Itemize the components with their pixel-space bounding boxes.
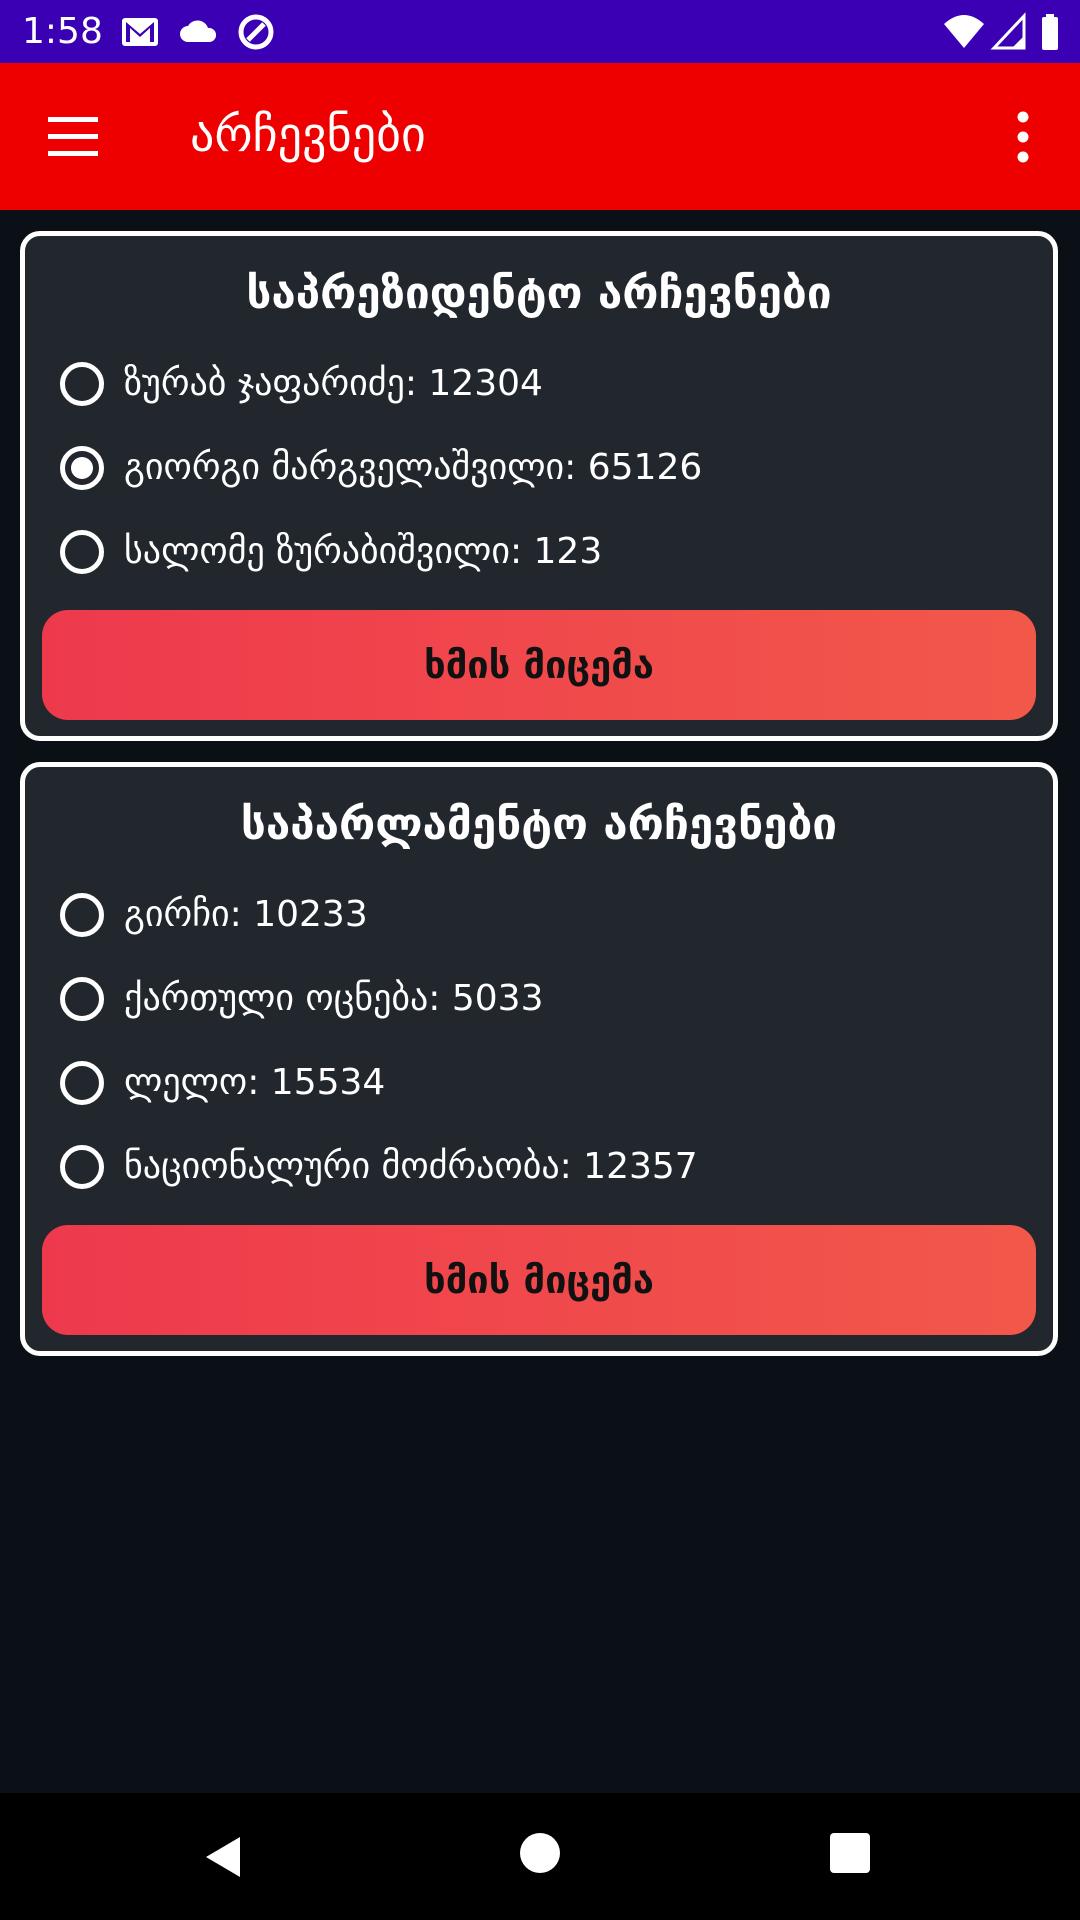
sync-icon bbox=[238, 14, 274, 50]
vote-button[interactable]: ხმის მიცემა bbox=[42, 1225, 1036, 1335]
option-label: ქართული ოცნება: 5033 bbox=[124, 978, 544, 1019]
option-label: გიორგი მარგველაშვილი: 65126 bbox=[124, 447, 703, 488]
option-item[interactable]: გირჩი: 10233 bbox=[60, 883, 368, 947]
option-label: სალომე ზურაბიშვილი: 123 bbox=[124, 531, 603, 572]
menu-icon[interactable] bbox=[38, 109, 108, 165]
option-item[interactable]: ზურაბ ჯაფარიძე: 12304 bbox=[60, 352, 543, 416]
option-label: ზურაბ ჯაფარიძე: 12304 bbox=[124, 363, 543, 404]
card-title: საპრეზიდენტო არჩევნები bbox=[246, 268, 832, 319]
home-icon[interactable] bbox=[520, 1833, 560, 1873]
radio-button[interactable] bbox=[60, 362, 104, 406]
radio-button[interactable] bbox=[60, 1061, 104, 1105]
parliamentary-election-card: საპარლამენტო არჩევნები გირჩი: 10233 ქართ… bbox=[20, 762, 1058, 1356]
page-title: არჩევნები bbox=[190, 107, 426, 163]
battery-icon bbox=[1042, 14, 1058, 50]
radio-button[interactable] bbox=[60, 977, 104, 1021]
status-bar: 1:58 bbox=[0, 0, 1080, 63]
option-item[interactable]: სალომე ზურაბიშვილი: 123 bbox=[60, 520, 602, 584]
radio-button[interactable] bbox=[60, 1145, 104, 1189]
recents-icon[interactable] bbox=[830, 1833, 870, 1873]
signal-icon bbox=[990, 12, 1026, 50]
back-icon[interactable] bbox=[200, 1833, 248, 1881]
vote-button[interactable]: ხმის მიცემა bbox=[42, 610, 1036, 720]
status-time: 1:58 bbox=[22, 11, 103, 52]
wifi-icon bbox=[944, 15, 984, 48]
option-label: გირჩი: 10233 bbox=[124, 894, 368, 935]
option-label: ნაციონალური მოძრაობა: 12357 bbox=[124, 1146, 698, 1187]
radio-button-selected[interactable] bbox=[60, 446, 104, 490]
radio-button[interactable] bbox=[60, 530, 104, 574]
more-options-icon[interactable] bbox=[998, 105, 1048, 169]
option-item[interactable]: ლელო: 15534 bbox=[60, 1051, 385, 1115]
option-item[interactable]: ნაციონალური მოძრაობა: 12357 bbox=[60, 1135, 698, 1199]
card-title: საპარლამენტო არჩევნები bbox=[240, 799, 838, 850]
option-item[interactable]: ქართული ოცნება: 5033 bbox=[60, 967, 543, 1031]
gmail-icon bbox=[122, 18, 158, 46]
presidential-election-card: საპრეზიდენტო არჩევნები ზურაბ ჯაფარიძე: 1… bbox=[20, 231, 1058, 741]
app-bar: არჩევნები bbox=[0, 63, 1080, 210]
radio-button[interactable] bbox=[60, 893, 104, 937]
option-label: ლელო: 15534 bbox=[124, 1062, 386, 1103]
navigation-bar bbox=[0, 1793, 1080, 1920]
cloud-icon bbox=[180, 20, 217, 42]
option-item[interactable]: გიორგი მარგველაშვილი: 65126 bbox=[60, 436, 702, 500]
